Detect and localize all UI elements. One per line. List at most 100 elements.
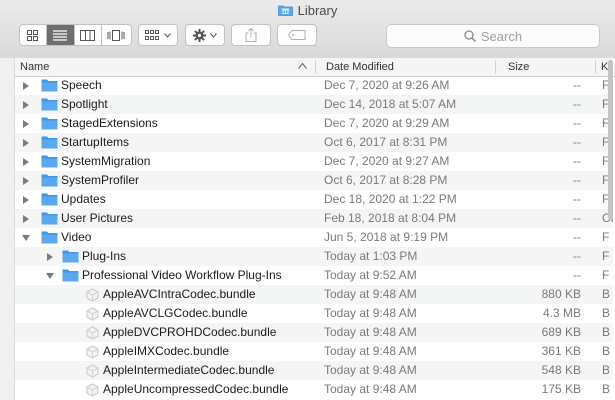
item-size: 175 KB bbox=[541, 382, 581, 396]
item-name: SystemProfiler bbox=[61, 173, 140, 187]
folder-row[interactable]: StartupItems Oct 6, 2017 at 8:31 PM -- F bbox=[15, 133, 613, 152]
group-by-button[interactable] bbox=[138, 24, 178, 46]
disclosure-collapsed-icon[interactable] bbox=[20, 118, 32, 130]
item-name: Plug-Ins bbox=[82, 249, 127, 263]
item-name: AppleAVCLGCodec.bundle bbox=[103, 306, 248, 320]
item-date-modified: Today at 9:48 AM bbox=[324, 325, 417, 339]
item-kind: B bbox=[602, 325, 611, 339]
column-header-size[interactable]: Size bbox=[508, 58, 529, 76]
item-name: User Pictures bbox=[61, 211, 134, 225]
item-size: 361 KB bbox=[541, 344, 581, 358]
item-date-modified: Today at 1:03 PM bbox=[324, 249, 418, 263]
item-date-modified: Today at 9:48 AM bbox=[324, 306, 417, 320]
search-placeholder: Search bbox=[480, 28, 523, 44]
file-row[interactable]: AppleAVCIntraCodec.bundle Today at 9:48 A… bbox=[15, 285, 613, 304]
item-date-modified: Dec 7, 2020 at 9:26 AM bbox=[324, 78, 450, 92]
item-size: 548 KB bbox=[541, 363, 581, 377]
column-separator[interactable] bbox=[315, 60, 316, 74]
bundle-icon bbox=[86, 288, 99, 302]
share-button[interactable] bbox=[231, 24, 271, 46]
column-separator[interactable] bbox=[595, 60, 596, 74]
disclosure-collapsed-icon[interactable] bbox=[20, 175, 32, 187]
item-date-modified: Dec 7, 2020 at 9:27 AM bbox=[324, 154, 450, 168]
item-date-modified: Today at 9:48 AM bbox=[324, 382, 417, 396]
share-icon bbox=[245, 28, 257, 42]
icon-view-button[interactable] bbox=[20, 25, 47, 45]
sort-ascending-icon bbox=[298, 63, 307, 69]
file-list: Speech Dec 7, 2020 at 9:26 AM -- F Spotlight… bbox=[15, 76, 613, 400]
disclosure-collapsed-icon[interactable] bbox=[20, 99, 32, 111]
column-view-button[interactable] bbox=[75, 25, 102, 45]
column-separator[interactable] bbox=[495, 60, 496, 74]
item-size: -- bbox=[573, 173, 581, 187]
file-row[interactable]: AppleUncompressedCodec.bundle Today at 9:… bbox=[15, 380, 613, 399]
window-title-text: Library bbox=[297, 3, 338, 18]
folder-icon bbox=[41, 212, 58, 225]
folder-icon bbox=[41, 174, 58, 187]
disclosure-expanded-icon[interactable] bbox=[20, 232, 32, 244]
item-date-modified: Jun 5, 2018 at 9:19 PM bbox=[324, 230, 449, 244]
item-kind: F bbox=[602, 230, 610, 244]
disclosure-collapsed-icon[interactable] bbox=[20, 80, 32, 92]
window-title: Library bbox=[0, 3, 615, 18]
action-menu-button[interactable] bbox=[185, 24, 225, 46]
bundle-icon bbox=[86, 307, 99, 321]
disclosure-collapsed-icon[interactable] bbox=[20, 156, 32, 168]
folder-icon bbox=[41, 193, 58, 206]
item-name: Spotlight bbox=[61, 97, 108, 111]
column-header-date-modified[interactable]: Date Modified bbox=[326, 58, 394, 76]
item-kind: B bbox=[602, 306, 611, 320]
item-size: -- bbox=[573, 78, 581, 92]
folder-row[interactable]: Professional Video Workflow Plug-Ins Toda… bbox=[15, 266, 613, 285]
file-row[interactable]: AppleIMXCodec.bundle Today at 9:48 AM 361 … bbox=[15, 342, 613, 361]
item-name: SystemMigration bbox=[61, 154, 151, 168]
column-header-row: Name Date Modified Size K bbox=[15, 58, 615, 77]
file-row[interactable]: AppleAVCLGCodec.bundle Today at 9:48 AM 4.… bbox=[15, 304, 613, 323]
item-size: 689 KB bbox=[541, 325, 581, 339]
view-mode-control[interactable] bbox=[19, 24, 132, 46]
file-row[interactable]: AppleIntermediateCodec.bundle Today at 9:… bbox=[15, 361, 613, 380]
item-size: -- bbox=[573, 211, 581, 225]
disclosure-collapsed-icon[interactable] bbox=[20, 213, 32, 225]
toolbar: Library Search bbox=[0, 0, 615, 59]
folder-row[interactable]: SystemMigration Dec 7, 2020 at 9:27 AM -- F bbox=[15, 152, 613, 171]
item-name: StagedExtensions bbox=[61, 116, 158, 130]
folder-row[interactable]: StagedExtensions Dec 7, 2020 at 9:29 AM --… bbox=[15, 114, 613, 133]
folder-row[interactable]: Plug-Ins Today at 1:03 PM -- F bbox=[15, 247, 613, 266]
item-date-modified: Today at 9:48 AM bbox=[324, 344, 417, 358]
item-name: Speech bbox=[61, 78, 102, 92]
item-size: 4.3 MB bbox=[542, 306, 581, 320]
folder-row[interactable]: User PicturesFeb 18, 2018 at 8:04 PM--CF bbox=[15, 209, 613, 228]
bundle-icon bbox=[86, 326, 99, 340]
cover-flow-view-button[interactable] bbox=[102, 25, 131, 45]
tag-icon bbox=[288, 30, 306, 40]
edit-tags-button[interactable] bbox=[277, 24, 317, 46]
column-view-icon bbox=[80, 29, 96, 41]
disclosure-collapsed-icon[interactable] bbox=[20, 194, 32, 206]
column-header-name[interactable]: Name bbox=[20, 58, 49, 76]
search-field[interactable]: Search bbox=[386, 24, 600, 48]
item-date-modified: Today at 9:48 AM bbox=[324, 287, 417, 301]
item-size: -- bbox=[573, 97, 581, 111]
disclosure-collapsed-icon[interactable] bbox=[20, 137, 32, 149]
list-view-button[interactable] bbox=[46, 25, 76, 45]
disclosure-expanded-icon[interactable] bbox=[44, 270, 56, 282]
cover-flow-icon bbox=[107, 29, 125, 41]
folder-row[interactable]: SystemProfiler Oct 6, 2017 at 8:28 PM -- F bbox=[15, 171, 613, 190]
item-kind: B bbox=[602, 382, 611, 396]
folder-icon bbox=[41, 98, 58, 111]
item-size: 880 KB bbox=[541, 287, 581, 301]
item-date-modified: Dec 7, 2020 at 9:29 AM bbox=[324, 116, 450, 130]
folder-row[interactable]: Speech Dec 7, 2020 at 9:26 AM -- F bbox=[15, 76, 613, 95]
item-date-modified: Feb 18, 2018 at 8:04 PM bbox=[324, 211, 457, 225]
item-date-modified: Oct 6, 2017 at 8:31 PM bbox=[324, 135, 448, 149]
vertical-scrollbar[interactable] bbox=[608, 60, 613, 220]
disclosure-collapsed-icon[interactable] bbox=[44, 251, 56, 263]
folder-row[interactable]: Updates Dec 18, 2020 at 1:22 PM -- F bbox=[15, 190, 613, 209]
item-date-modified: Today at 9:52 AM bbox=[324, 268, 417, 282]
folder-row[interactable]: Spotlight Dec 14, 2018 at 5:07 AM -- F bbox=[15, 95, 613, 114]
folder-row[interactable]: Video Jun 5, 2018 at 9:19 PM -- F bbox=[15, 228, 613, 247]
folder-icon bbox=[41, 79, 58, 92]
file-row[interactable]: AppleDVCPROHDCodec.bundle Today at 9:48 A… bbox=[15, 323, 613, 342]
item-size: -- bbox=[573, 116, 581, 130]
